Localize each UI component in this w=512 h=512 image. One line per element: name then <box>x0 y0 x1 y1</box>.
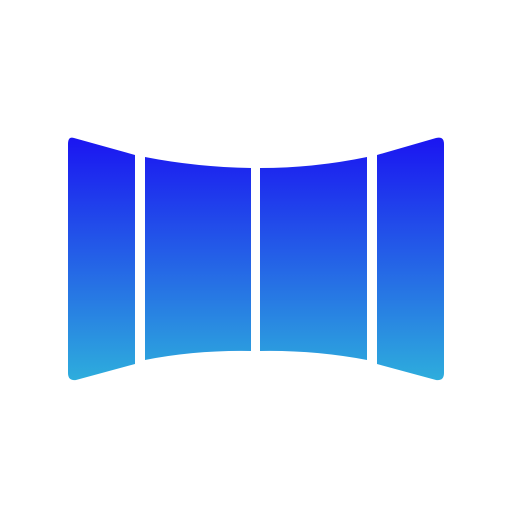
panorama-panel-3 <box>260 157 367 360</box>
panorama-icon <box>68 137 444 381</box>
panorama-panel-4 <box>377 137 444 381</box>
panorama-panel-1 <box>68 137 135 381</box>
app-icon-canvas <box>0 0 512 512</box>
panorama-panel-2 <box>145 157 251 360</box>
